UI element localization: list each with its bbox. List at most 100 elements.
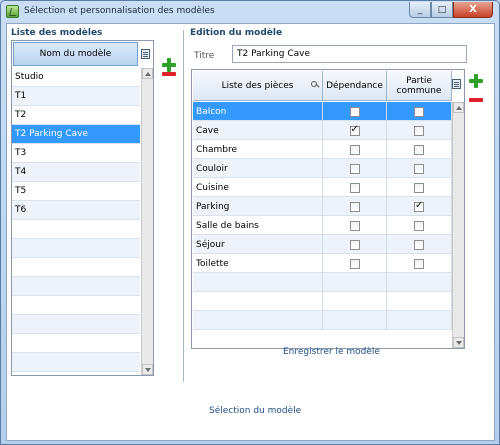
partie-commune-cell: [387, 159, 452, 178]
dependance-cell: [323, 121, 387, 140]
rooms-grid[interactable]: Liste des pièces Dépendance Partie commu…: [191, 69, 465, 349]
scroll-up-button[interactable]: [142, 68, 153, 79]
dependance-checkbox[interactable]: [349, 239, 360, 250]
select-model-link[interactable]: Sélection du modèle: [209, 406, 301, 416]
save-model-link[interactable]: Enregistrer le modèle: [283, 347, 380, 357]
dependance-checkbox[interactable]: [349, 144, 360, 155]
add-room-icon[interactable]: [469, 74, 483, 88]
rooms-grid-scrollbar[interactable]: [452, 102, 464, 348]
list-item[interactable]: [12, 315, 140, 334]
list-item[interactable]: [12, 277, 140, 296]
dependance-cell: [323, 254, 387, 273]
list-item[interactable]: T3: [12, 144, 140, 163]
table-row[interactable]: Chambre: [193, 140, 452, 159]
table-row[interactable]: Couloir: [193, 159, 452, 178]
partie-commune-cell: [387, 273, 452, 292]
partie-commune-checkbox[interactable]: [414, 182, 424, 193]
app-edit-icon: [6, 5, 19, 18]
dependance-checkbox[interactable]: [349, 182, 360, 193]
table-row[interactable]: Séjour: [193, 235, 452, 254]
table-row[interactable]: Cuisine: [193, 178, 452, 197]
dependance-checkbox[interactable]: [349, 201, 360, 212]
partie-commune-checkbox[interactable]: [414, 125, 424, 136]
partie-commune-checkbox[interactable]: [414, 220, 424, 231]
table-row[interactable]: [193, 292, 452, 311]
window-title: Sélection et personnalisation des modèle…: [24, 6, 215, 16]
room-name-cell: Chambre: [193, 140, 323, 159]
table-row[interactable]: [193, 311, 452, 330]
dependance-checkbox[interactable]: [349, 106, 360, 117]
remove-room-icon[interactable]: [469, 98, 483, 102]
table-row[interactable]: Cave: [193, 121, 452, 140]
dependance-cell: [323, 102, 387, 121]
list-item[interactable]: T5: [12, 182, 140, 201]
list-item[interactable]: [12, 258, 140, 277]
partie-commune-checkbox[interactable]: [414, 239, 424, 250]
section-divider: [183, 30, 186, 382]
dependance-checkbox[interactable]: [349, 220, 360, 231]
partie-commune-cell: [387, 197, 452, 216]
list-item[interactable]: T6: [12, 201, 140, 220]
remove-model-icon[interactable]: [162, 72, 176, 76]
list-item[interactable]: [12, 296, 140, 315]
partie-commune-cell: [387, 254, 452, 273]
rooms-column-label: Liste des pièces: [221, 80, 294, 91]
dependance-checkbox[interactable]: [349, 124, 360, 136]
room-name-cell: Couloir: [193, 159, 323, 178]
dependance-column-header[interactable]: Dépendance: [323, 71, 387, 101]
table-row[interactable]: Parking: [193, 197, 452, 216]
dependance-checkbox[interactable]: [349, 163, 360, 174]
list-item[interactable]: [12, 239, 140, 258]
dependance-cell: [323, 159, 387, 178]
scroll-down-button[interactable]: [142, 364, 153, 375]
partie-commune-checkbox[interactable]: [414, 163, 424, 174]
dependance-cell: [323, 216, 387, 235]
list-item[interactable]: T2 Parking Cave: [12, 125, 140, 144]
grid-options-icon[interactable]: [452, 79, 461, 89]
table-row[interactable]: [193, 273, 452, 292]
partie-commune-cell: [387, 140, 452, 159]
list-item[interactable]: [12, 334, 140, 353]
room-name-cell: [193, 273, 323, 292]
table-row[interactable]: Salle de bains: [193, 216, 452, 235]
dependance-cell: [323, 197, 387, 216]
dependance-cell: [323, 235, 387, 254]
partie-commune-checkbox[interactable]: [414, 144, 424, 155]
search-key-icon[interactable]: [311, 81, 319, 89]
models-list-rows: Studio T1 T2 T2 Parking Cave T3 T4 T5 T6: [12, 68, 140, 372]
room-name-cell: [193, 292, 323, 311]
dependance-cell: [323, 140, 387, 159]
models-list-scrollbar[interactable]: [141, 68, 153, 375]
partie-commune-checkbox[interactable]: [414, 200, 424, 212]
dependance-cell: [323, 311, 387, 330]
add-model-icon[interactable]: [162, 58, 176, 72]
list-options-icon[interactable]: [141, 49, 150, 59]
list-item[interactable]: T4: [12, 163, 140, 182]
list-item[interactable]: T2: [12, 106, 140, 125]
table-row[interactable]: Balcon: [193, 102, 452, 121]
dependance-cell: [323, 178, 387, 197]
list-item[interactable]: [12, 353, 140, 372]
room-name-cell: Cave: [193, 121, 323, 140]
table-row[interactable]: Toilette: [193, 254, 452, 273]
dependance-checkbox[interactable]: [349, 258, 360, 269]
partie-commune-checkbox[interactable]: [414, 106, 424, 117]
model-name-column-header[interactable]: Nom du modèle: [13, 42, 138, 66]
partie-commune-column-header[interactable]: Partie commune: [387, 71, 452, 101]
list-item[interactable]: [12, 220, 140, 239]
models-list[interactable]: Nom du modèle Studio T1 T2 T2 Parking Cave T…: [11, 40, 154, 376]
scroll-down-button[interactable]: [453, 337, 464, 348]
partie-commune-cell: [387, 235, 452, 254]
main-window: Sélection et personnalisation des modèle…: [0, 0, 500, 445]
close-button[interactable]: X: [453, 2, 493, 18]
list-item[interactable]: T1: [12, 87, 140, 106]
minimize-button[interactable]: _: [409, 2, 431, 18]
room-name-cell: Cuisine: [193, 178, 323, 197]
title-input[interactable]: [232, 45, 467, 63]
partie-commune-cell: [387, 121, 452, 140]
rooms-column-header[interactable]: Liste des pièces: [193, 71, 323, 101]
scroll-up-button[interactable]: [453, 102, 464, 113]
list-item[interactable]: Studio: [12, 68, 140, 87]
partie-commune-checkbox[interactable]: [414, 258, 424, 269]
maximize-button[interactable]: □: [431, 2, 453, 18]
